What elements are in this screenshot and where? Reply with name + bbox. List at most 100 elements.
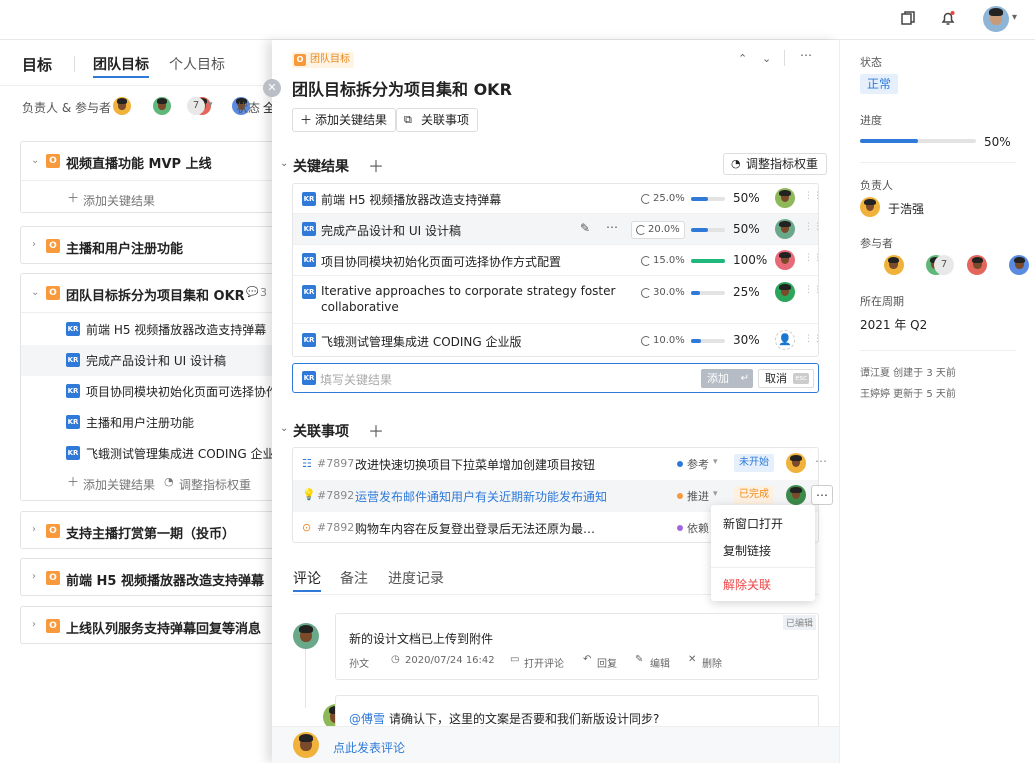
avatar[interactable]: [967, 255, 988, 275]
tab-personal-goals[interactable]: 个人目标: [169, 54, 225, 74]
status-badge[interactable]: 正常: [860, 74, 899, 94]
avatar[interactable]: [775, 282, 795, 302]
user-avatar[interactable]: [983, 6, 1009, 32]
weight-value[interactable]: 30.0%: [636, 284, 690, 302]
delete-link[interactable]: 删除: [702, 655, 722, 670]
objective-title[interactable]: 主播和用户注册功能: [66, 238, 183, 257]
close-icon[interactable]: ✕: [263, 79, 281, 97]
chevron-down-icon[interactable]: ▾: [713, 489, 718, 499]
weight-value[interactable]: 25.0%: [636, 190, 690, 208]
drag-handle-icon[interactable]: ⋮⋮: [804, 223, 822, 236]
table-row[interactable]: KR 完成产品设计和 UI 设计稿 ✎ ⋯ 20.0% 50% ⋮⋮: [293, 214, 822, 245]
item-title[interactable]: 运营发布邮件通知用户有关近期新功能发布通知: [355, 488, 607, 505]
list-item[interactable]: KR 主播和用户注册功能: [21, 407, 279, 438]
more-button[interactable]: ⋯: [811, 485, 833, 505]
link-item-button[interactable]: ⧉ 关联事项: [396, 108, 479, 132]
avatar[interactable]: [786, 453, 806, 473]
mention-link[interactable]: @傅雪: [349, 710, 385, 727]
tab-comments[interactable]: 评论: [293, 568, 321, 588]
chevron-down-icon[interactable]: ⌄: [280, 423, 288, 434]
list-item[interactable]: KR 完成产品设计和 UI 设计稿: [21, 345, 279, 376]
participants-count[interactable]: 7: [934, 255, 954, 275]
objective-title[interactable]: 团队目标拆分为项目集和 OKR: [66, 285, 245, 304]
add-related-plus-icon[interactable]: ＋: [368, 418, 384, 442]
table-row[interactable]: ☷ #7897 改进快速切换项目下拉菜单增加创建项目按钮 参考 ▾ 未开始 ⋯: [293, 448, 827, 480]
list-item[interactable]: KR 项目协同模块初始化页面可选择协作: [21, 376, 279, 407]
avatar[interactable]: [786, 485, 806, 505]
chevron-right-icon[interactable]: ›: [32, 524, 36, 535]
open-comment-link[interactable]: 打开评论: [524, 655, 564, 670]
edit-icon[interactable]: ✎: [580, 221, 590, 235]
chevron-right-icon[interactable]: ›: [32, 571, 36, 582]
add-kr-link[interactable]: 添加关键结果: [83, 476, 155, 493]
table-row[interactable]: KR 项目协同模块初始化页面可选择协作方式配置 15.0% 100% ⋮⋮: [293, 245, 822, 276]
filter-label[interactable]: 负责人 & 参与者: [22, 99, 111, 116]
objective-card[interactable]: › O 前端 H5 视频播放器改造支持弹幕: [20, 558, 280, 596]
adjust-weight-button[interactable]: ◔ 调整指标权重: [723, 153, 828, 175]
relation-type[interactable]: 依赖: [687, 520, 709, 536]
unassigned-avatar-icon[interactable]: 👤: [775, 330, 795, 350]
objective-card[interactable]: ⌄ O 团队目标拆分为项目集和 OKR 💬 3 KR 前端 H5 视频播放器改造支…: [20, 273, 280, 501]
item-title[interactable]: 购物车内容在反复登出登录后无法还原为最…: [355, 520, 595, 537]
chevron-down-icon[interactable]: ⌄: [280, 158, 288, 169]
avatar[interactable]: [775, 219, 795, 239]
tab-notes[interactable]: 备注: [340, 568, 368, 588]
weight-value[interactable]: 20.0%: [631, 221, 685, 239]
more-icon[interactable]: ⋯: [815, 454, 827, 468]
period-value[interactable]: 2021 年 Q2: [860, 316, 927, 333]
list-item[interactable]: KR 前端 H5 视频播放器改造支持弹幕: [21, 314, 279, 345]
more-icon[interactable]: ⋯: [800, 48, 812, 62]
kr-input-placeholder[interactable]: 填写关键结果: [320, 371, 392, 388]
add-kr-submit-button[interactable]: 添加 ↵: [701, 369, 753, 388]
bell-icon[interactable]: [938, 10, 958, 30]
menu-item-unlink[interactable]: 解除关联: [723, 576, 771, 593]
objective-card[interactable]: › O 上线队列服务支持弹幕回复等消息: [20, 606, 280, 644]
avatar[interactable]: [1009, 255, 1030, 275]
drag-handle-icon[interactable]: ⋮⋮: [804, 254, 822, 267]
weight-value[interactable]: 10.0%: [636, 332, 690, 350]
relation-type[interactable]: 推进: [687, 488, 709, 504]
drag-handle-icon[interactable]: ⋮⋮: [804, 192, 822, 205]
chevron-down-icon[interactable]: ▾: [713, 457, 718, 467]
add-kr-link[interactable]: 添加关键结果: [83, 192, 155, 209]
chevron-up-icon[interactable]: ⌃: [738, 52, 747, 65]
avatar[interactable]: [883, 255, 904, 275]
objective-title[interactable]: 上线队列服务支持弹幕回复等消息: [66, 618, 261, 637]
post-comment-bar[interactable]: 点此发表评论: [272, 726, 839, 763]
menu-item-open-new-window[interactable]: 新窗口打开: [723, 515, 783, 532]
tab-progress-log[interactable]: 进度记录: [388, 568, 444, 588]
objective-card[interactable]: › O 主播和用户注册功能: [20, 226, 280, 264]
status-filter-label[interactable]: 状态: [236, 99, 260, 116]
avatar[interactable]: [775, 250, 795, 270]
reply-link[interactable]: 回复: [597, 655, 617, 670]
tab-team-goals[interactable]: 团队目标: [93, 54, 149, 74]
chevron-down-icon[interactable]: ⌄: [31, 287, 39, 298]
objective-title[interactable]: 视频直播功能 MVP 上线: [66, 153, 212, 172]
more-icon[interactable]: ⋯: [606, 220, 618, 234]
chevron-right-icon[interactable]: ›: [32, 619, 36, 630]
new-kr-input[interactable]: KR 填写关键结果 添加 ↵ 取消 esc: [292, 363, 819, 393]
cancel-button[interactable]: 取消 esc: [758, 369, 814, 388]
drag-handle-icon[interactable]: ⋮⋮: [804, 335, 822, 348]
add-kr-plus-icon[interactable]: ＋: [368, 153, 384, 177]
menu-item-copy-link[interactable]: 复制链接: [723, 542, 771, 559]
objective-card[interactable]: ⌄ O 视频直播功能 MVP 上线 ＋ 添加关键结果: [20, 141, 280, 213]
objective-card[interactable]: › O 支持主播打赏第一期（投币）: [20, 511, 280, 549]
chevron-right-icon[interactable]: ›: [32, 239, 36, 250]
avatar[interactable]: [860, 197, 880, 217]
table-row[interactable]: KR 飞蛾测试管理集成进 CODING 企业版 10.0% 30% 👤 ⋮⋮: [293, 324, 822, 356]
post-comment-link[interactable]: 点此发表评论: [333, 739, 405, 756]
item-title[interactable]: 改进快速切换项目下拉菜单增加创建项目按钮: [355, 456, 595, 473]
drag-handle-icon[interactable]: ⋮⋮: [804, 286, 822, 299]
detail-title[interactable]: 团队目标拆分为项目集和 OKR: [292, 76, 512, 100]
owner-name[interactable]: 于浩强: [888, 200, 924, 217]
chevron-down-icon[interactable]: ▾: [1012, 12, 1017, 23]
plus-icon[interactable]: ＋: [67, 473, 79, 490]
edit-link[interactable]: 编辑: [650, 655, 670, 670]
comment-author[interactable]: 孙文: [349, 655, 369, 670]
chevron-down-icon[interactable]: ⌄: [31, 155, 39, 166]
chevron-down-icon[interactable]: ▾: [208, 100, 213, 110]
adjust-weight-link[interactable]: 调整指标权重: [179, 476, 251, 493]
copy-icon[interactable]: [898, 10, 918, 30]
avatar[interactable]: [775, 188, 795, 208]
